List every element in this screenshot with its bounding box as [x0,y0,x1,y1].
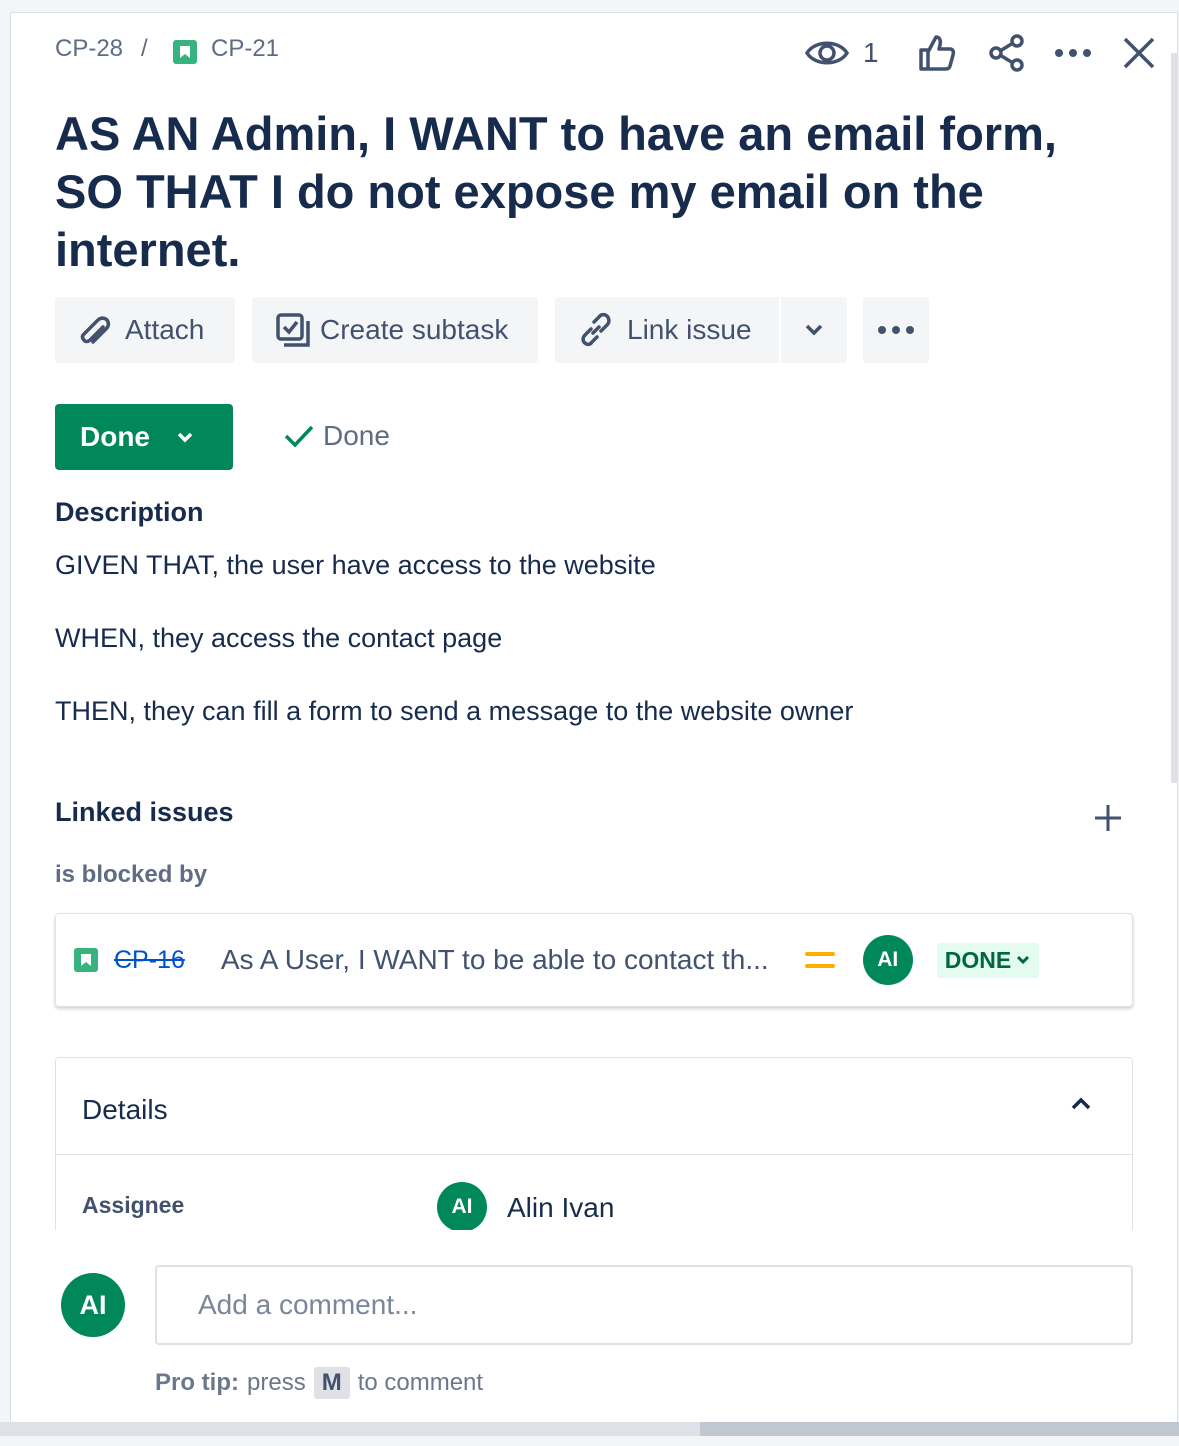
share-icon[interactable] [987,25,1027,81]
chevron-down-icon [176,431,194,443]
checkmark-icon [283,423,315,449]
keyboard-shortcut-key: M [313,1367,350,1399]
pro-tip: Pro tip: press M to comment [155,1367,483,1399]
chevron-down-icon [804,323,824,337]
attach-label: Attach [125,314,205,345]
pro-tip-press: press [247,1369,306,1396]
pro-tip-label: Pro tip: [155,1369,239,1396]
assignee-avatar[interactable]: AI [862,935,913,985]
status-label: Done [80,421,150,452]
breadcrumb-current-link[interactable]: CP-21 [211,35,279,63]
more-actions-icon[interactable] [1053,25,1093,81]
linked-issue-row[interactable]: CP-16 As A User, I WANT to be able to co… [55,913,1133,1007]
chevron-down-icon [1015,954,1031,966]
description-heading: Description [55,497,204,527]
create-subtask-button[interactable]: Create subtask [252,297,538,363]
resolution-label: Done [323,420,390,451]
description-line[interactable]: WHEN, they access the contact page [55,623,502,654]
eye-icon [805,36,849,70]
chevron-up-icon[interactable] [1070,1096,1092,1112]
vertical-scrollbar[interactable] [1171,53,1177,783]
paperclip-icon [77,312,113,348]
assignee-avatar[interactable]: AI [437,1182,487,1232]
status-badge-label: DONE [944,946,1012,973]
status-badge[interactable]: DONE [936,942,1040,978]
description-line[interactable]: THEN, they can fill a form to send a mes… [55,696,853,727]
attach-button[interactable]: Attach [55,297,235,363]
watch-count: 1 [863,37,879,68]
add-linked-issue-icon[interactable] [1091,801,1125,835]
comment-input[interactable]: Add a comment... [155,1265,1133,1345]
status-transition-button[interactable]: Done [55,404,233,470]
linked-issue-key[interactable]: CP-16 [114,946,185,975]
link-issue-button[interactable]: Link issue [555,297,779,363]
resolution: Done [283,420,390,452]
linked-issues-heading: Linked issues [55,797,234,827]
story-type-icon [173,40,197,64]
subtask-icon [274,311,312,349]
assignee-label: Assignee [82,1192,185,1218]
details-divider [56,1154,1132,1155]
link-issue-dropdown[interactable] [781,297,847,363]
toolbar-more-button[interactable] [863,297,929,363]
horizontal-scrollbar-thumb[interactable] [700,1422,1179,1436]
breadcrumb-parent-link[interactable]: CP-28 [55,35,123,63]
close-icon[interactable] [1121,25,1157,81]
watch-button[interactable]: 1 [805,25,879,81]
story-type-icon [74,948,98,972]
more-icon [876,324,916,336]
create-subtask-label: Create subtask [320,314,509,345]
current-user-avatar: AI [61,1273,125,1337]
details-heading[interactable]: Details [82,1094,168,1126]
pro-tip-suffix: to comment [357,1369,484,1396]
assignee-name[interactable]: Alin Ivan [507,1192,614,1224]
linked-issue-summary[interactable]: As A User, I WANT to be able to contact … [221,944,769,976]
breadcrumb-separator: / [141,35,148,62]
priority-medium-icon [803,947,837,973]
link-relation-label: is blocked by [55,861,208,888]
description-line[interactable]: GIVEN THAT, the user have access to the … [55,550,656,581]
issue-detail-panel: CP-28 / CP-21 1 AS AN Admin, I WANT to h… [10,12,1178,1431]
link-icon [577,311,615,349]
like-icon[interactable] [917,25,957,81]
issue-title[interactable]: AS AN Admin, I WANT to have an email for… [55,105,1095,279]
link-issue-label: Link issue [627,314,752,345]
